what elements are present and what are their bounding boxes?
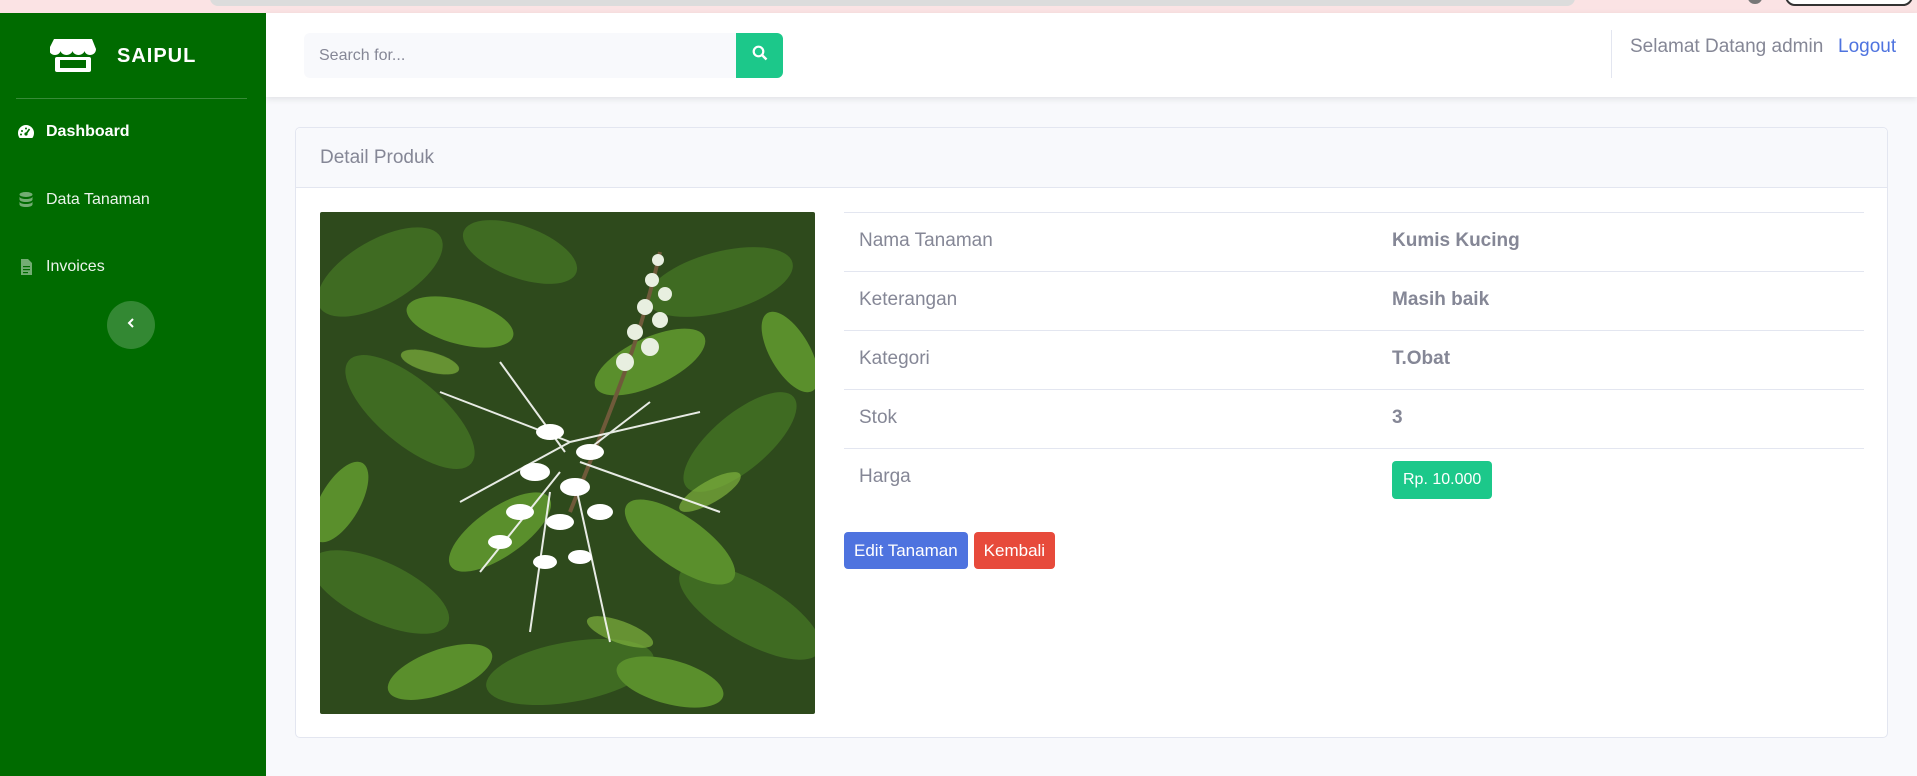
store-icon: [49, 35, 96, 75]
topbar: Selamat Datang admin Logout: [266, 13, 1917, 97]
product-detail-card: Detail Produk Nama Tanaman Kumis Kucing …: [295, 127, 1888, 738]
browser-profile-icon: [1748, 0, 1762, 4]
product-image: [320, 212, 815, 714]
browser-address-bar: [210, 0, 1575, 6]
table-row: Keterangan Masih baik: [844, 271, 1864, 330]
table-row: Stok 3: [844, 389, 1864, 448]
row-value: T.Obat: [1392, 348, 1451, 369]
sidebar-divider: [16, 98, 247, 99]
table-row: Kategori T.Obat: [844, 330, 1864, 389]
browser-top-strip: [0, 0, 1917, 13]
table-row: Nama Tanaman Kumis Kucing: [844, 212, 1864, 271]
sidebar-item-label: Dashboard: [46, 123, 130, 140]
brand[interactable]: SAIPUL: [0, 13, 266, 97]
row-value: 3: [1392, 407, 1403, 428]
sidebar: SAIPUL Dashboard Data Tanaman Invoices: [0, 13, 266, 776]
sidebar-item-dashboard[interactable]: Dashboard: [0, 107, 266, 157]
row-value: Kumis Kucing: [1392, 230, 1520, 251]
row-label: Harga: [859, 466, 911, 487]
row-value: Masih baik: [1392, 289, 1490, 310]
row-label: Keterangan: [859, 289, 958, 310]
table-row: Harga Rp. 10.000: [844, 448, 1864, 518]
search-icon: [752, 45, 768, 66]
database-icon: [17, 191, 35, 209]
sidebar-item-label: Data Tanaman: [46, 191, 150, 208]
search-button[interactable]: [736, 33, 783, 78]
topbar-divider: [1611, 30, 1612, 78]
search-form: [304, 33, 783, 78]
tachometer-icon: [17, 123, 35, 141]
browser-pill-button: [1785, 0, 1913, 6]
row-label: Nama Tanaman: [859, 230, 993, 251]
sidebar-item-label: Invoices: [46, 258, 105, 275]
sidebar-item-invoices[interactable]: Invoices: [0, 242, 266, 292]
welcome-text: Selamat Datang admin: [1630, 36, 1824, 57]
logout-link[interactable]: Logout: [1838, 36, 1896, 58]
product-detail-table: Nama Tanaman Kumis Kucing Keterangan Mas…: [844, 212, 1864, 518]
sidebar-item-data-tanaman[interactable]: Data Tanaman: [0, 175, 266, 225]
edit-button[interactable]: Edit Tanaman: [844, 532, 968, 569]
card-title: Detail Produk: [320, 147, 435, 168]
chevron-left-icon: [125, 316, 137, 334]
file-icon: [17, 258, 35, 276]
price-badge: Rp. 10.000: [1392, 461, 1493, 499]
sidebar-toggle-button[interactable]: [107, 301, 155, 349]
search-input[interactable]: [304, 33, 737, 78]
card-header: Detail Produk: [296, 128, 1887, 188]
row-label: Kategori: [859, 348, 930, 369]
brand-name: SAIPUL: [117, 45, 197, 67]
back-button[interactable]: Kembali: [973, 532, 1056, 569]
row-label: Stok: [859, 407, 898, 428]
action-buttons: Edit Tanaman Kembali: [844, 532, 1056, 569]
